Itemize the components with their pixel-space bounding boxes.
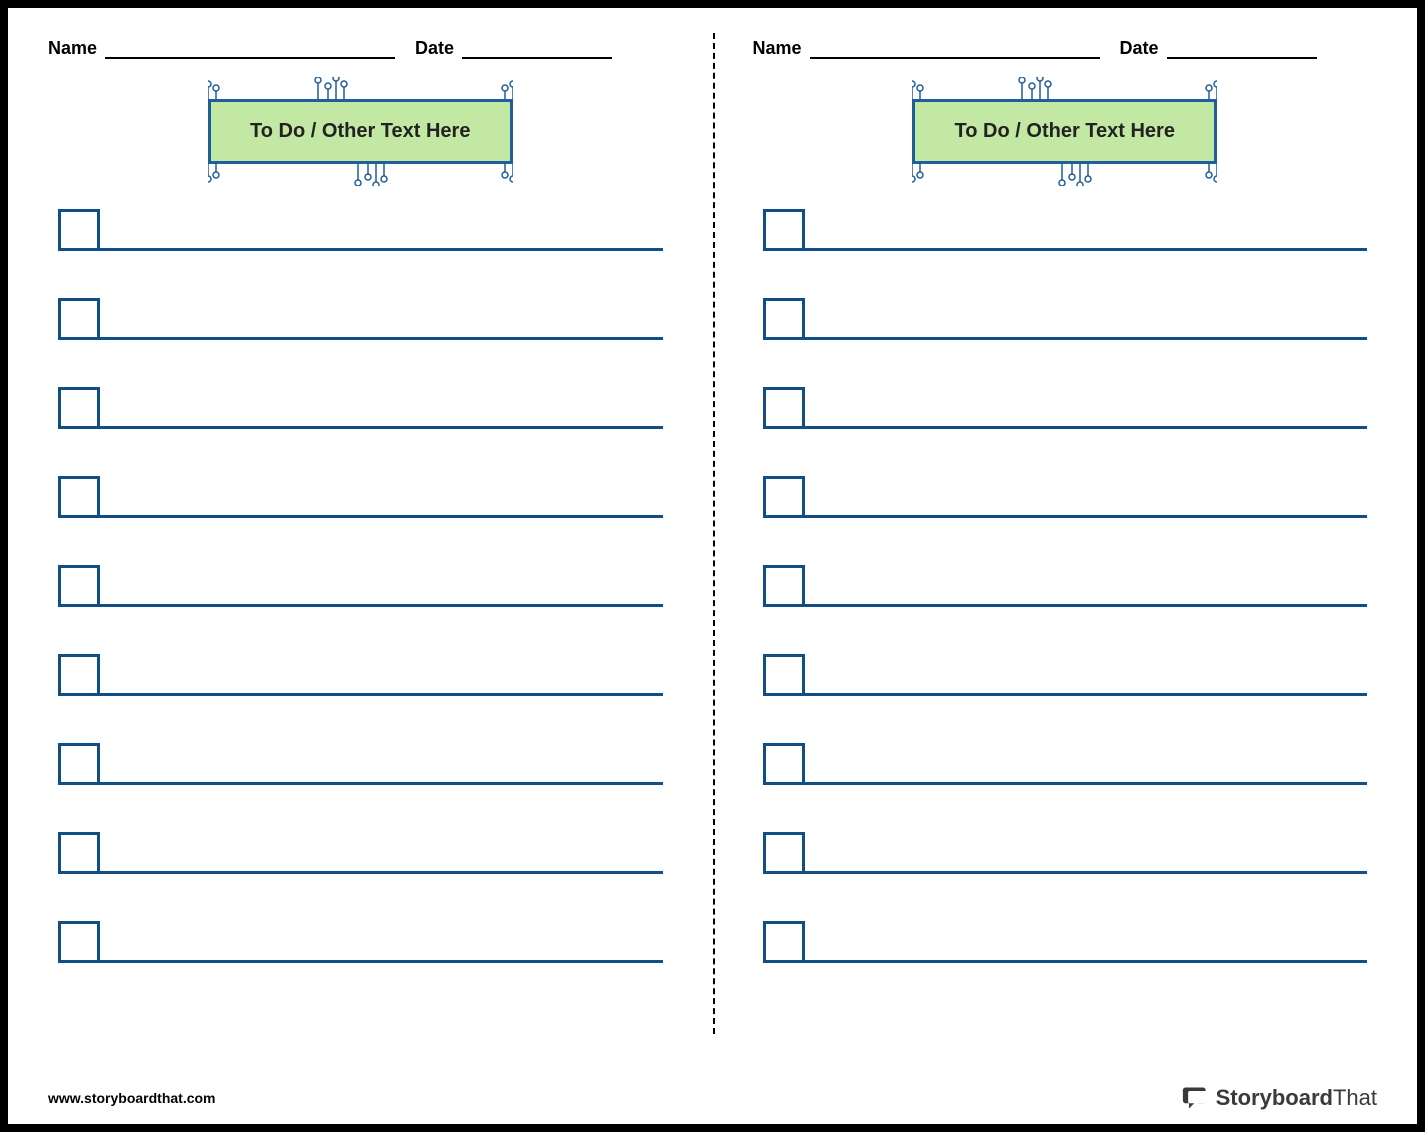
checkbox[interactable] [763,654,805,696]
worksheet-page: Name Date [0,0,1425,1132]
name-label: Name [48,38,97,59]
checkbox[interactable] [763,565,805,607]
list-item [58,743,663,785]
date-label: Date [1120,38,1159,59]
brand-sub: That [1333,1085,1377,1110]
circuit-decoration-bottom-icon [912,164,1217,186]
name-field: Name [753,38,1100,59]
item-input-line[interactable] [100,832,663,874]
panel-left: Name Date [8,8,713,1124]
item-input-line[interactable] [805,921,1368,963]
checkbox[interactable] [763,298,805,340]
item-input-line[interactable] [100,387,663,429]
date-label: Date [415,38,454,59]
item-input-line[interactable] [805,565,1368,607]
checkbox[interactable] [763,832,805,874]
title-wrap: To Do / Other Text Here [48,99,673,164]
date-field: Date [1120,38,1317,59]
checkbox[interactable] [58,476,100,518]
item-list-right [753,209,1378,963]
list-item [763,298,1368,340]
item-input-line[interactable] [100,565,663,607]
list-item [763,565,1368,607]
list-item [763,209,1368,251]
checkbox[interactable] [58,654,100,696]
name-input-line[interactable] [105,41,395,59]
footer-url: www.storyboardthat.com [48,1090,216,1106]
date-field: Date [415,38,612,59]
checkbox[interactable] [58,387,100,429]
list-item [763,832,1368,874]
list-item [763,654,1368,696]
checkbox[interactable] [58,832,100,874]
list-item [763,476,1368,518]
checkbox[interactable] [763,209,805,251]
title-wrap: To Do / Other Text Here [753,99,1378,164]
item-input-line[interactable] [100,921,663,963]
checkbox[interactable] [763,743,805,785]
name-input-line[interactable] [810,41,1100,59]
checkbox[interactable] [763,476,805,518]
name-field: Name [48,38,395,59]
checkbox[interactable] [58,743,100,785]
item-input-line[interactable] [805,387,1368,429]
checkbox[interactable] [58,298,100,340]
date-input-line[interactable] [462,41,612,59]
panel-right: Name Date [713,8,1418,1124]
checkbox[interactable] [763,921,805,963]
list-item [58,476,663,518]
circuit-decoration-bottom-icon [208,164,513,186]
list-item [58,298,663,340]
item-input-line[interactable] [100,298,663,340]
list-item [763,921,1368,963]
item-input-line[interactable] [805,476,1368,518]
item-input-line[interactable] [805,832,1368,874]
item-input-line[interactable] [805,743,1368,785]
header-row: Name Date [753,38,1378,59]
checkbox[interactable] [58,565,100,607]
circuit-decoration-top-icon [208,77,513,99]
checkbox[interactable] [763,387,805,429]
footer: www.storyboardthat.com StoryboardThat [48,1084,1377,1112]
circuit-decoration-top-icon [912,77,1217,99]
item-input-line[interactable] [100,743,663,785]
list-item [58,832,663,874]
title-text[interactable]: To Do / Other Text Here [912,99,1217,164]
list-item [58,565,663,607]
title-box: To Do / Other Text Here [208,99,513,164]
title-text[interactable]: To Do / Other Text Here [208,99,513,164]
brand-main: Storyboard [1216,1085,1333,1110]
checkbox[interactable] [58,921,100,963]
list-item [58,387,663,429]
date-input-line[interactable] [1167,41,1317,59]
checkbox[interactable] [58,209,100,251]
item-input-line[interactable] [100,476,663,518]
item-input-line[interactable] [805,298,1368,340]
title-box: To Do / Other Text Here [912,99,1217,164]
header-row: Name Date [48,38,673,59]
item-input-line[interactable] [805,654,1368,696]
list-item [58,921,663,963]
list-item [763,387,1368,429]
item-input-line[interactable] [100,654,663,696]
item-list-left [48,209,673,963]
item-input-line[interactable] [805,209,1368,251]
item-input-line[interactable] [100,209,663,251]
name-label: Name [753,38,802,59]
list-item [763,743,1368,785]
speech-bubble-icon [1182,1084,1210,1112]
list-item [58,654,663,696]
list-item [58,209,663,251]
brand-logo: StoryboardThat [1182,1084,1377,1112]
